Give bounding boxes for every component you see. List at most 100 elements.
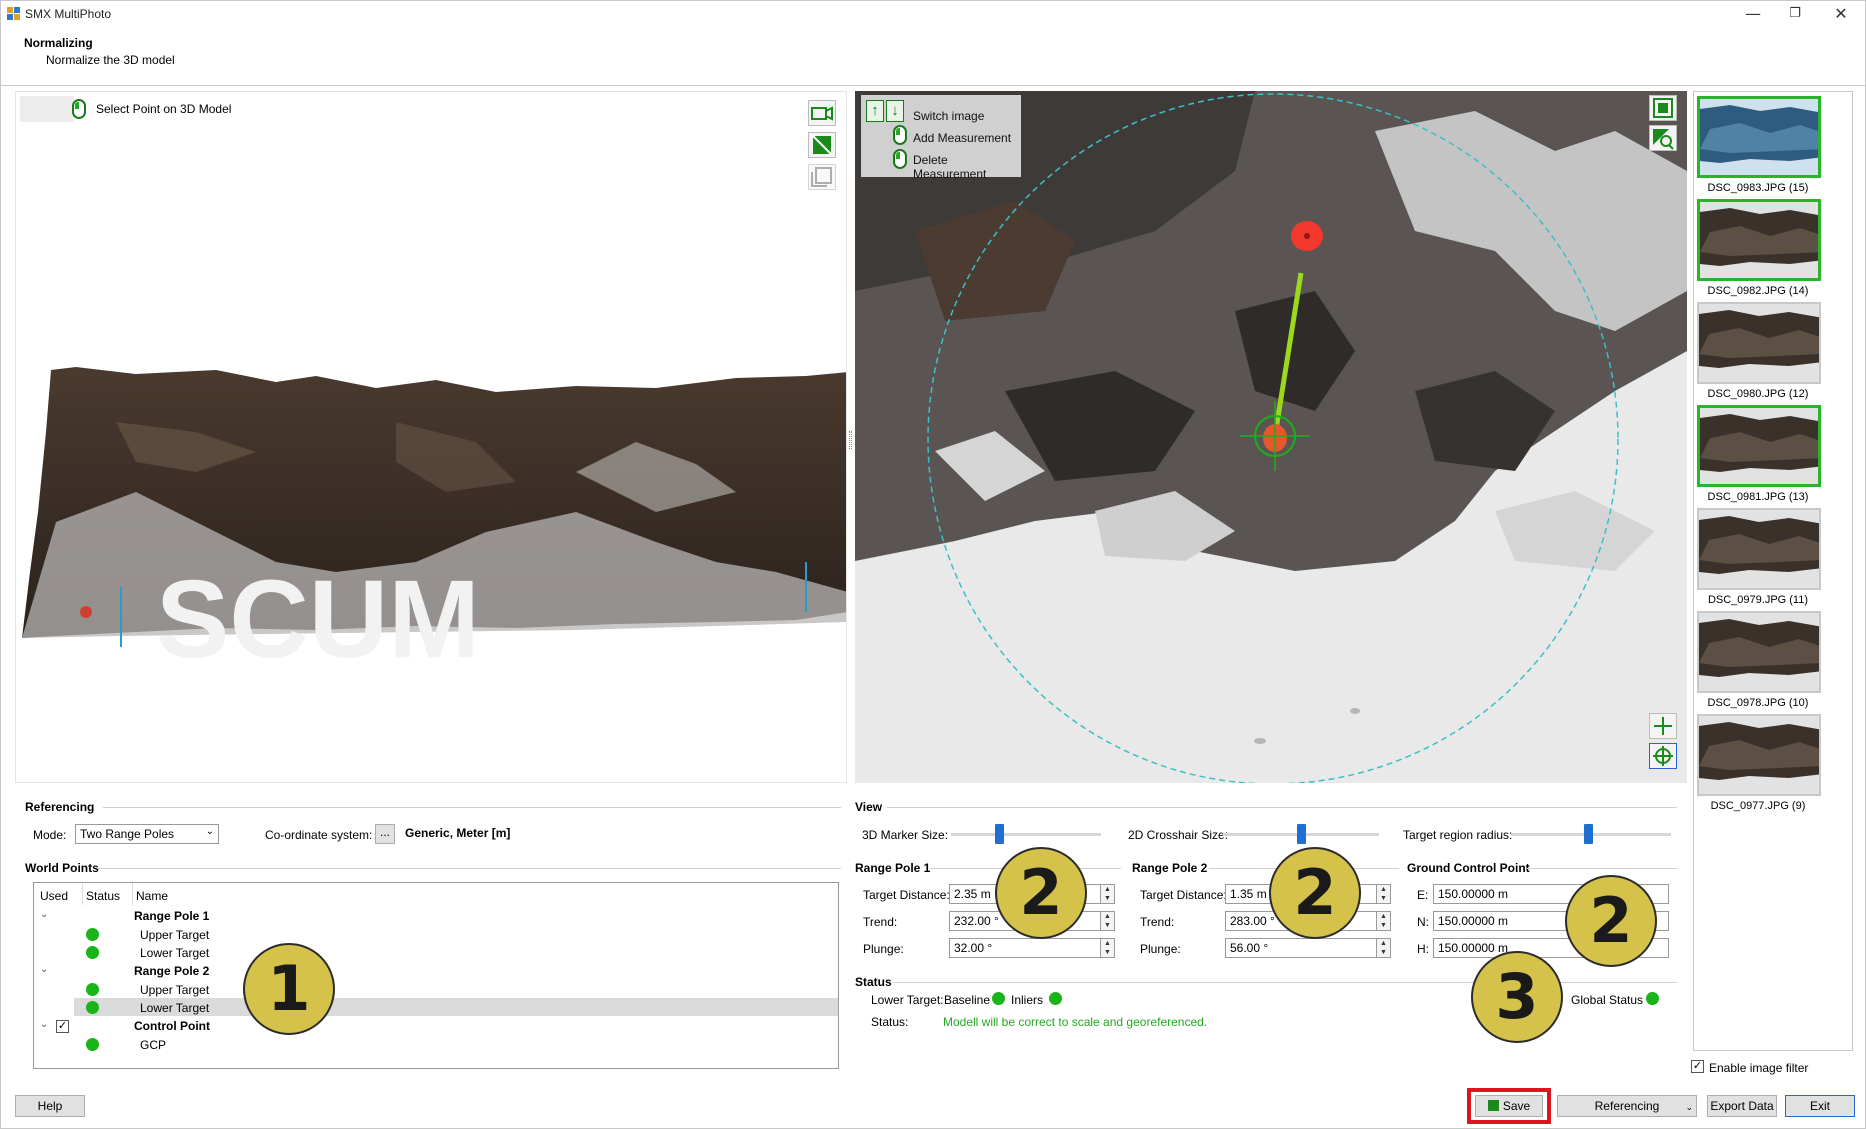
model-3d-viewport[interactable]: Select Point on 3D Model SCUM [15, 91, 847, 783]
view-settings-title: View [855, 800, 883, 814]
marker-size-slider[interactable] [951, 833, 1101, 836]
baseline-label: Baseline [944, 993, 991, 1007]
add-point-icon[interactable] [1649, 713, 1677, 739]
tree-row-lower-target-2[interactable]: Lower Target [74, 998, 838, 1016]
save-button[interactable]: Save [1475, 1095, 1543, 1117]
tree-row-label: Control Point [134, 1019, 210, 1033]
rp2-plunge-spinner[interactable]: ▲ ▼ [1377, 938, 1391, 958]
splitter-handle[interactable] [849, 431, 852, 449]
mode-value: Two Range Poles [80, 827, 175, 841]
crosshair-size-label: 2D Crosshair Size: [1128, 828, 1229, 842]
region-radius-slider-thumb[interactable] [1583, 824, 1593, 844]
export-data-button[interactable]: Export Data [1707, 1095, 1777, 1117]
rp2-target-distance-label: Target Distance: [1140, 888, 1227, 902]
svg-text:SCUM: SCUM [156, 558, 480, 681]
inliers-label: Inliers [1011, 993, 1044, 1007]
marker-size-slider-thumb[interactable] [995, 824, 1004, 844]
column-header-used[interactable]: Used [40, 889, 68, 903]
thumbnail-caption: DSC_0980.JPG (12) [1707, 388, 1809, 400]
status-ok-icon [86, 928, 99, 941]
global-status-icon [1646, 992, 1659, 1005]
callout-badge-2b: 2 [1269, 847, 1361, 939]
status-message: Modell will be correct to scale and geor… [943, 1015, 1208, 1029]
referencing-button[interactable]: Referencing ⌄ [1557, 1095, 1697, 1117]
marker-size-label: 3D Marker Size: [862, 828, 949, 842]
range-pole-2-title: Range Pole 2 [1132, 861, 1208, 875]
chevron-down-icon: ⌄ [1685, 1102, 1693, 1112]
close-button[interactable]: ✕ [1821, 3, 1861, 25]
status-ok-icon [86, 983, 99, 996]
rp1-plunge-label: Plunge: [863, 942, 904, 956]
rp2-trend-spinner[interactable]: ▲ ▼ [1377, 911, 1391, 931]
help-button[interactable]: Help [15, 1095, 85, 1117]
rp1-plunge-spinner[interactable]: ▲ ▼ [1101, 938, 1115, 958]
tree-row-label: Range Pole 2 [134, 964, 210, 978]
callout-badge-2c: 2 [1565, 875, 1657, 967]
page-title: Normalizing [24, 36, 93, 50]
thumbnail-caption: DSC_0977.JPG (9) [1710, 800, 1806, 812]
enable-filter-checkbox[interactable]: ✓ [1691, 1060, 1704, 1073]
mode-select[interactable]: Two Range Poles ⌄ [75, 824, 219, 844]
restore-button[interactable]: ❐ [1775, 3, 1815, 25]
chevron-down-icon[interactable]: ⌄ [40, 909, 48, 920]
thumbnail-image[interactable] [1697, 714, 1821, 796]
tree-row-upper-target-2[interactable]: Upper Target [34, 980, 838, 998]
column-header-name[interactable]: Name [136, 889, 168, 903]
chevron-down-icon[interactable]: ⌄ [40, 1019, 48, 1030]
tree-row-range-pole-1[interactable]: ⌄ Range Pole 1 [34, 907, 838, 925]
tree-row-label: Upper Target [140, 928, 210, 942]
column-header-status[interactable]: Status [86, 889, 120, 903]
rp2-plunge-input[interactable]: 56.00 ° [1225, 938, 1377, 958]
tree-row-control-point[interactable]: ⌄ ✓ Control Point [34, 1017, 838, 1035]
rp2-target-distance-spinner[interactable]: ▲ ▼ [1377, 884, 1391, 904]
chevron-down-icon[interactable]: ⌄ [40, 964, 48, 975]
main-window: SMX MultiPhoto — ❐ ✕ Normalizing Normali… [0, 0, 1866, 1129]
crosshair-size-slider-thumb[interactable] [1297, 824, 1306, 844]
referencing-title: Referencing [25, 800, 95, 814]
arrow-up-icon[interactable]: ↑ [866, 100, 884, 122]
tree-row-label: Range Pole 1 [134, 909, 210, 923]
thumbnail-image[interactable] [1697, 611, 1821, 693]
rp1-target-distance-spinner[interactable]: ▲ ▼ [1101, 884, 1115, 904]
control-point-used-checkbox[interactable]: ✓ [56, 1020, 69, 1033]
thumbnail-caption: DSC_0983.JPG (15) [1707, 182, 1809, 194]
range-pole-1-title: Range Pole 1 [855, 861, 931, 875]
tree-row-label: GCP [140, 1038, 167, 1052]
enable-filter-label: Enable image filter [1709, 1061, 1809, 1075]
fit-view-icon[interactable] [1649, 95, 1677, 121]
thumbnail-caption: DSC_0981.JPG (13) [1707, 491, 1809, 503]
chevron-down-icon: ⌄ [205, 826, 214, 837]
tree-row-range-pole-2[interactable]: ⌄ Range Pole 2 [34, 962, 838, 980]
thumbnail-image[interactable] [1697, 405, 1821, 487]
minimize-button[interactable]: — [1733, 3, 1773, 25]
referencing-button-label: Referencing [1594, 1099, 1660, 1113]
status-ok-icon [86, 946, 99, 959]
center-target-icon[interactable] [1649, 743, 1677, 769]
world-points-divider [97, 868, 841, 869]
header-divider [1, 85, 1865, 86]
gcp-n-label: N: [1417, 915, 1429, 929]
rp1-trend-spinner[interactable]: ▲ ▼ [1101, 911, 1115, 931]
thumbnail-image[interactable] [1697, 199, 1821, 281]
baseline-status-icon [992, 992, 1005, 1005]
switch-image-label: Switch image [913, 109, 985, 123]
status-line-label: Status: [871, 1015, 909, 1029]
arrow-down-icon[interactable]: ↓ [886, 100, 904, 122]
save-disk-icon [1487, 1100, 1499, 1111]
photo-viewport[interactable]: ↑ ↓ Switch image Add Measurement Delete … [855, 91, 1687, 783]
zoom-region-icon[interactable] [1649, 125, 1677, 151]
tree-row-lower-target-1[interactable]: Lower Target [34, 943, 838, 961]
tree-row-gcp[interactable]: GCP [34, 1035, 838, 1053]
mode-label: Mode: [33, 828, 67, 842]
thumbnail-image[interactable] [1697, 302, 1821, 384]
tree-row-upper-target-1[interactable]: Upper Target [34, 925, 838, 943]
thumbnail-image[interactable] [1697, 508, 1821, 590]
thumbnail-image[interactable] [1697, 96, 1821, 178]
save-button-label: Save [1502, 1099, 1531, 1113]
delete-measurement-label: Delete Measurement [913, 153, 987, 181]
rp1-plunge-input[interactable]: 32.00 ° [949, 938, 1101, 958]
exit-button[interactable]: Exit [1785, 1095, 1855, 1117]
title-bar: SMX MultiPhoto — ❐ ✕ [1, 1, 1865, 27]
coord-system-browse-button[interactable]: ... [375, 824, 395, 844]
callout-badge-2a: 2 [995, 847, 1087, 939]
